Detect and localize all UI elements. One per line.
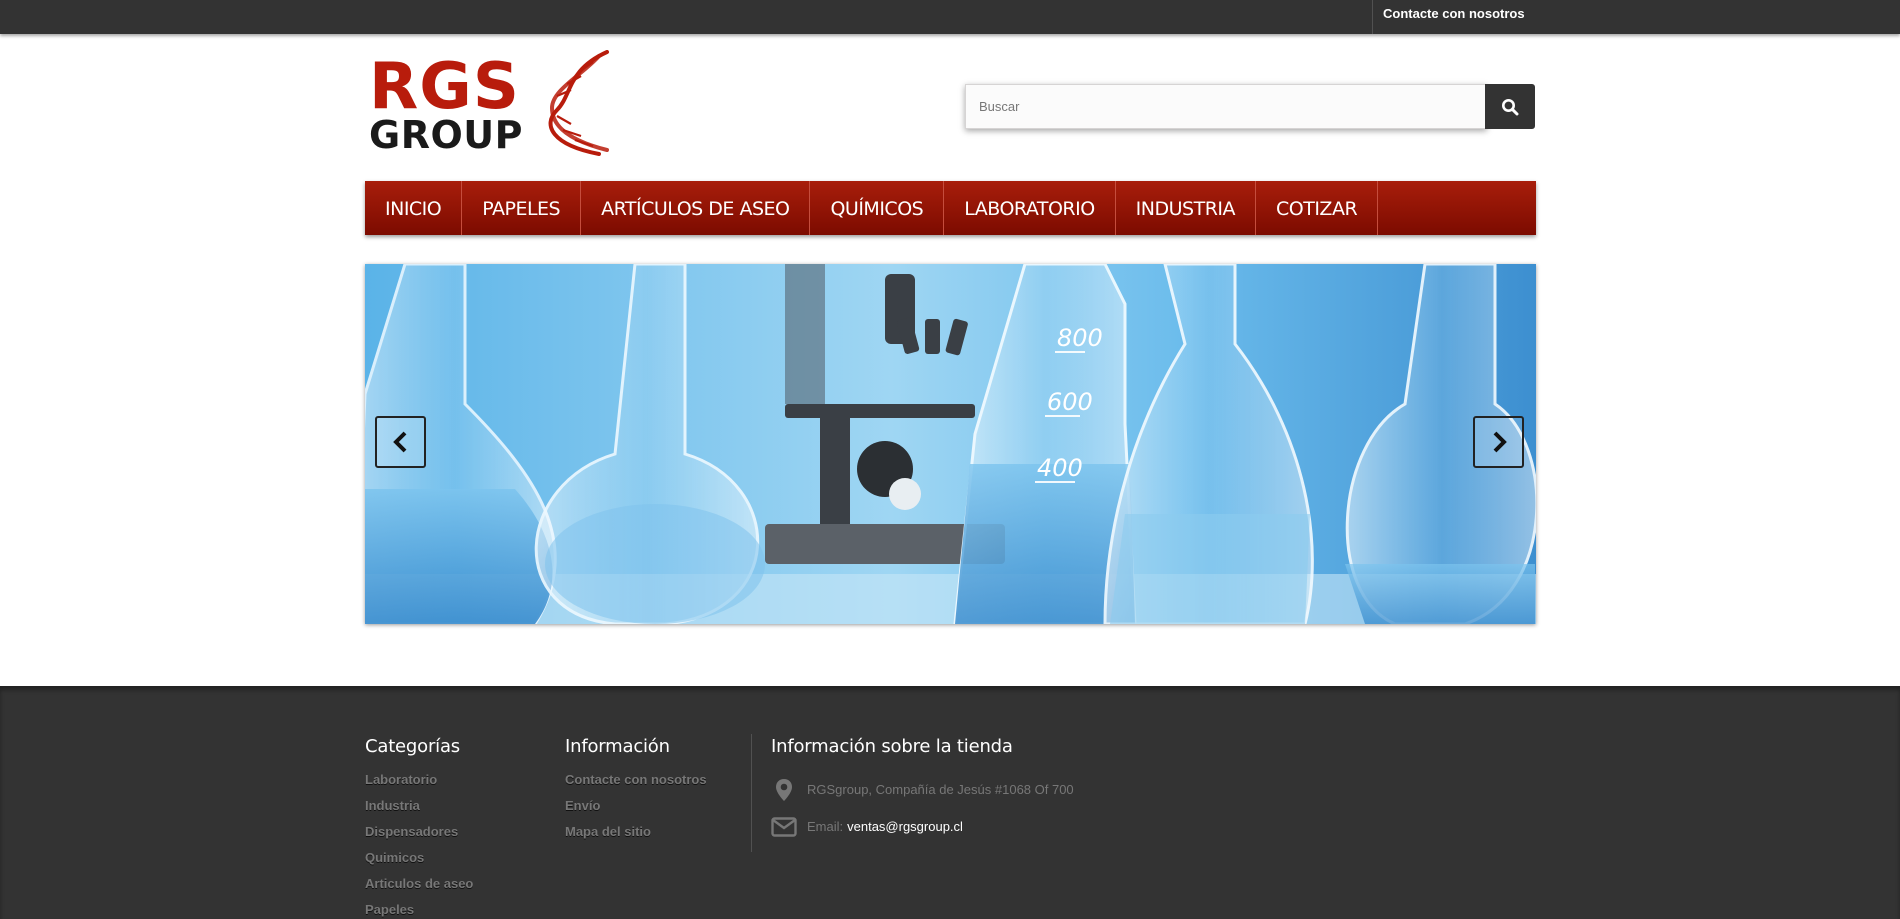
menu-item-laboratorio[interactable]: LABORATORIO — [944, 181, 1116, 235]
search-icon — [1502, 98, 1519, 115]
store-address-row: RGSgroup, Compañía de Jesús #1068 Of 700 — [771, 771, 1074, 808]
footer-info-link[interactable]: Contacte con nosotros — [565, 772, 707, 787]
store-email-label: Email: — [807, 819, 844, 834]
search-input[interactable] — [965, 84, 1487, 129]
svg-text:800: 800 — [1057, 324, 1103, 352]
footer-info-link[interactable]: Envío — [565, 798, 600, 813]
slider-next-button[interactable] — [1473, 416, 1524, 468]
slider-prev-button[interactable] — [375, 416, 426, 468]
footer-category-link[interactable]: Articulos de aseo — [365, 876, 473, 891]
menu-item-inicio[interactable]: INICIO — [365, 181, 463, 235]
footer-category-link[interactable]: Dispensadores — [365, 824, 458, 839]
footer-category-link[interactable]: Quimicos — [365, 850, 424, 865]
chevron-right-icon — [1493, 431, 1507, 453]
footer-store-title: Información sobre la tienda — [771, 736, 1013, 757]
menu-item-articulos-de-aseo[interactable]: ARTÍCULOS DE ASEO — [581, 181, 811, 235]
footer: Categorías Laboratorio Industria Dispens… — [0, 686, 1900, 919]
footer-categories: Categorías Laboratorio Industria Dispens… — [365, 736, 473, 919]
footer-info-link[interactable]: Mapa del sitio — [565, 824, 651, 839]
laboratory-glassware-image: 800 600 400 — [365, 264, 1536, 624]
main-menu: INICIO PAPELES ARTÍCULOS DE ASEO QUÍMICO… — [365, 181, 1536, 235]
footer-store-info: Información sobre la tienda RGSgroup, Co… — [751, 734, 1074, 852]
svg-text:600: 600 — [1047, 388, 1093, 416]
footer-category-link[interactable]: Industria — [365, 798, 420, 813]
menu-item-industria[interactable]: INDUSTRIA — [1116, 181, 1256, 235]
menu-item-cotizar[interactable]: COTIZAR — [1256, 181, 1379, 235]
menu-item-papeles[interactable]: PAPELES — [462, 181, 582, 235]
footer-information: Información Contacte con nosotros Envío … — [565, 736, 707, 849]
search-button[interactable] — [1485, 84, 1535, 129]
footer-category-link[interactable]: Papeles — [365, 902, 414, 917]
footer-information-title: Información — [565, 736, 670, 757]
menu-item-quimicos[interactable]: QUÍMICOS — [810, 181, 945, 235]
search-form — [965, 84, 1535, 129]
footer-category-link[interactable]: Laboratorio — [365, 772, 437, 787]
rgs-group-logo[interactable]: RGS GROUP — [367, 50, 612, 157]
store-email-link[interactable]: ventas@rgsgroup.cl — [847, 819, 963, 834]
svg-text:400: 400 — [1037, 454, 1083, 482]
top-contact-link[interactable]: Contacte con nosotros — [1372, 0, 1532, 34]
store-address: RGSgroup, Compañía de Jesús #1068 Of 700 — [807, 782, 1074, 797]
home-slider: 800 600 400 — [365, 264, 1536, 624]
store-email-row: Email: ventas@rgsgroup.cl — [771, 808, 1074, 845]
footer-categories-title: Categorías — [365, 736, 460, 757]
envelope-icon — [771, 816, 797, 837]
top-bar: Contacte con nosotros — [0, 0, 1900, 34]
chevron-left-icon — [392, 431, 406, 453]
map-marker-icon — [771, 778, 797, 802]
svg-text:GROUP: GROUP — [369, 113, 523, 156]
